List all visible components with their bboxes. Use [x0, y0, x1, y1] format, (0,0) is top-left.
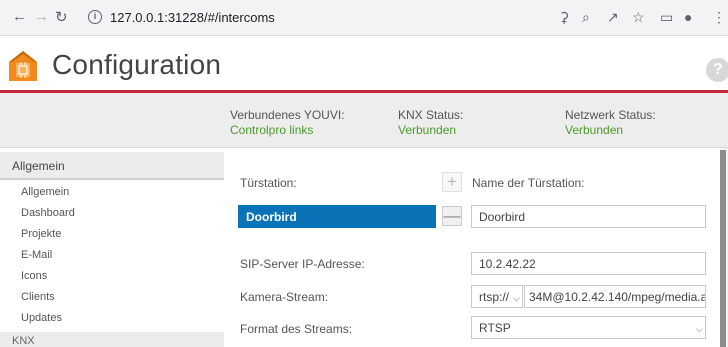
network-status-label: Netzwerk Status: — [565, 108, 656, 122]
site-info-icon[interactable]: i — [88, 10, 102, 24]
address-bar[interactable]: i 127.0.0.1:31228/#/intercoms — [76, 4, 624, 32]
zoom-icon[interactable]: ⌕ — [582, 9, 590, 26]
add-doorstation-button[interactable]: + — [442, 172, 462, 192]
stream-format-select-value: RTSP — [479, 321, 511, 335]
sidebar-section-knx[interactable]: KNX — [0, 332, 224, 347]
doorstation-list-item-selected[interactable]: Doorbird — [238, 205, 436, 228]
share-icon[interactable]: ↗ — [607, 9, 619, 26]
forward-icon[interactable]: → — [34, 8, 49, 25]
remove-doorstation-button[interactable]: — — [442, 206, 462, 226]
back-icon[interactable]: ← — [12, 8, 27, 25]
bookmark-star-icon[interactable]: ☆ — [632, 9, 645, 26]
page-title: Configuration — [52, 49, 222, 80]
reload-icon[interactable]: ↻ — [55, 8, 68, 26]
scrollbar-thumb[interactable] — [720, 150, 726, 347]
side-panel-icon[interactable]: ▭ — [660, 9, 673, 26]
sidebar-item-email[interactable]: E-Mail — [21, 249, 52, 261]
doorstation-name-label: Name der Türstation: — [472, 176, 585, 190]
network-status-value: Verbunden — [565, 123, 624, 137]
network-status: Netzwerk Status: Verbunden — [565, 108, 656, 138]
sidebar-item-allgemein[interactable]: Allgemein — [21, 186, 69, 198]
menu-dots-icon[interactable]: ⋮ — [712, 9, 726, 26]
sidebar-item-dashboard[interactable]: Dashboard — [21, 207, 75, 219]
knx-status-value: Verbunden — [398, 123, 457, 137]
status-bar: Verbundenes YOUVI: Controlpro links KNX … — [0, 93, 728, 148]
doorstation-label: Türstation: — [240, 176, 297, 190]
browser-toolbar: ← → ↻ i 127.0.0.1:31228/#/intercoms ⚳ ⌕ … — [0, 0, 728, 36]
chevron-down-icon: ⌵ — [696, 324, 703, 334]
sidebar-item-clients[interactable]: Clients — [21, 291, 55, 303]
knx-status-label: KNX Status: — [398, 108, 464, 122]
sip-server-input[interactable]: 10.2.42.22 — [471, 252, 706, 275]
key-icon[interactable]: ⚳ — [559, 9, 569, 26]
chevron-down-icon: ⌵ — [513, 293, 520, 303]
doorstation-name-input[interactable]: Doorbird — [471, 205, 706, 228]
profile-avatar-icon[interactable]: ● — [684, 9, 692, 25]
sip-server-label: SIP-Server IP-Adresse: — [240, 257, 365, 271]
youvi-status: Verbundenes YOUVI: Controlpro links — [230, 108, 345, 138]
youvi-status-label: Verbundenes YOUVI: — [230, 108, 345, 122]
sidebar: Allgemein Allgemein Dashboard Projekte E… — [0, 148, 224, 347]
sidebar-section-allgemein[interactable]: Allgemein — [0, 152, 224, 180]
stream-format-label: Format des Streams: — [240, 322, 353, 336]
url-text: 127.0.0.1:31228/#/intercoms — [110, 10, 275, 25]
knx-status: KNX Status: Verbunden — [398, 108, 463, 138]
youvi-status-value: Controlpro links — [230, 123, 314, 137]
app-header: Configuration ? — [0, 36, 728, 90]
camera-stream-label: Kamera-Stream: — [240, 290, 329, 304]
help-icon[interactable]: ? — [706, 58, 728, 82]
house-logo-icon — [9, 51, 37, 81]
camera-stream-input[interactable]: 34M@10.2.42.140/mpeg/media.amp — [524, 285, 706, 308]
sidebar-item-updates[interactable]: Updates — [21, 312, 62, 324]
sidebar-item-projekte[interactable]: Projekte — [21, 228, 61, 240]
protocol-select-value: rtsp:// — [479, 290, 510, 304]
sidebar-item-icons[interactable]: Icons — [21, 270, 47, 282]
stream-format-select[interactable]: RTSP — [471, 316, 706, 339]
